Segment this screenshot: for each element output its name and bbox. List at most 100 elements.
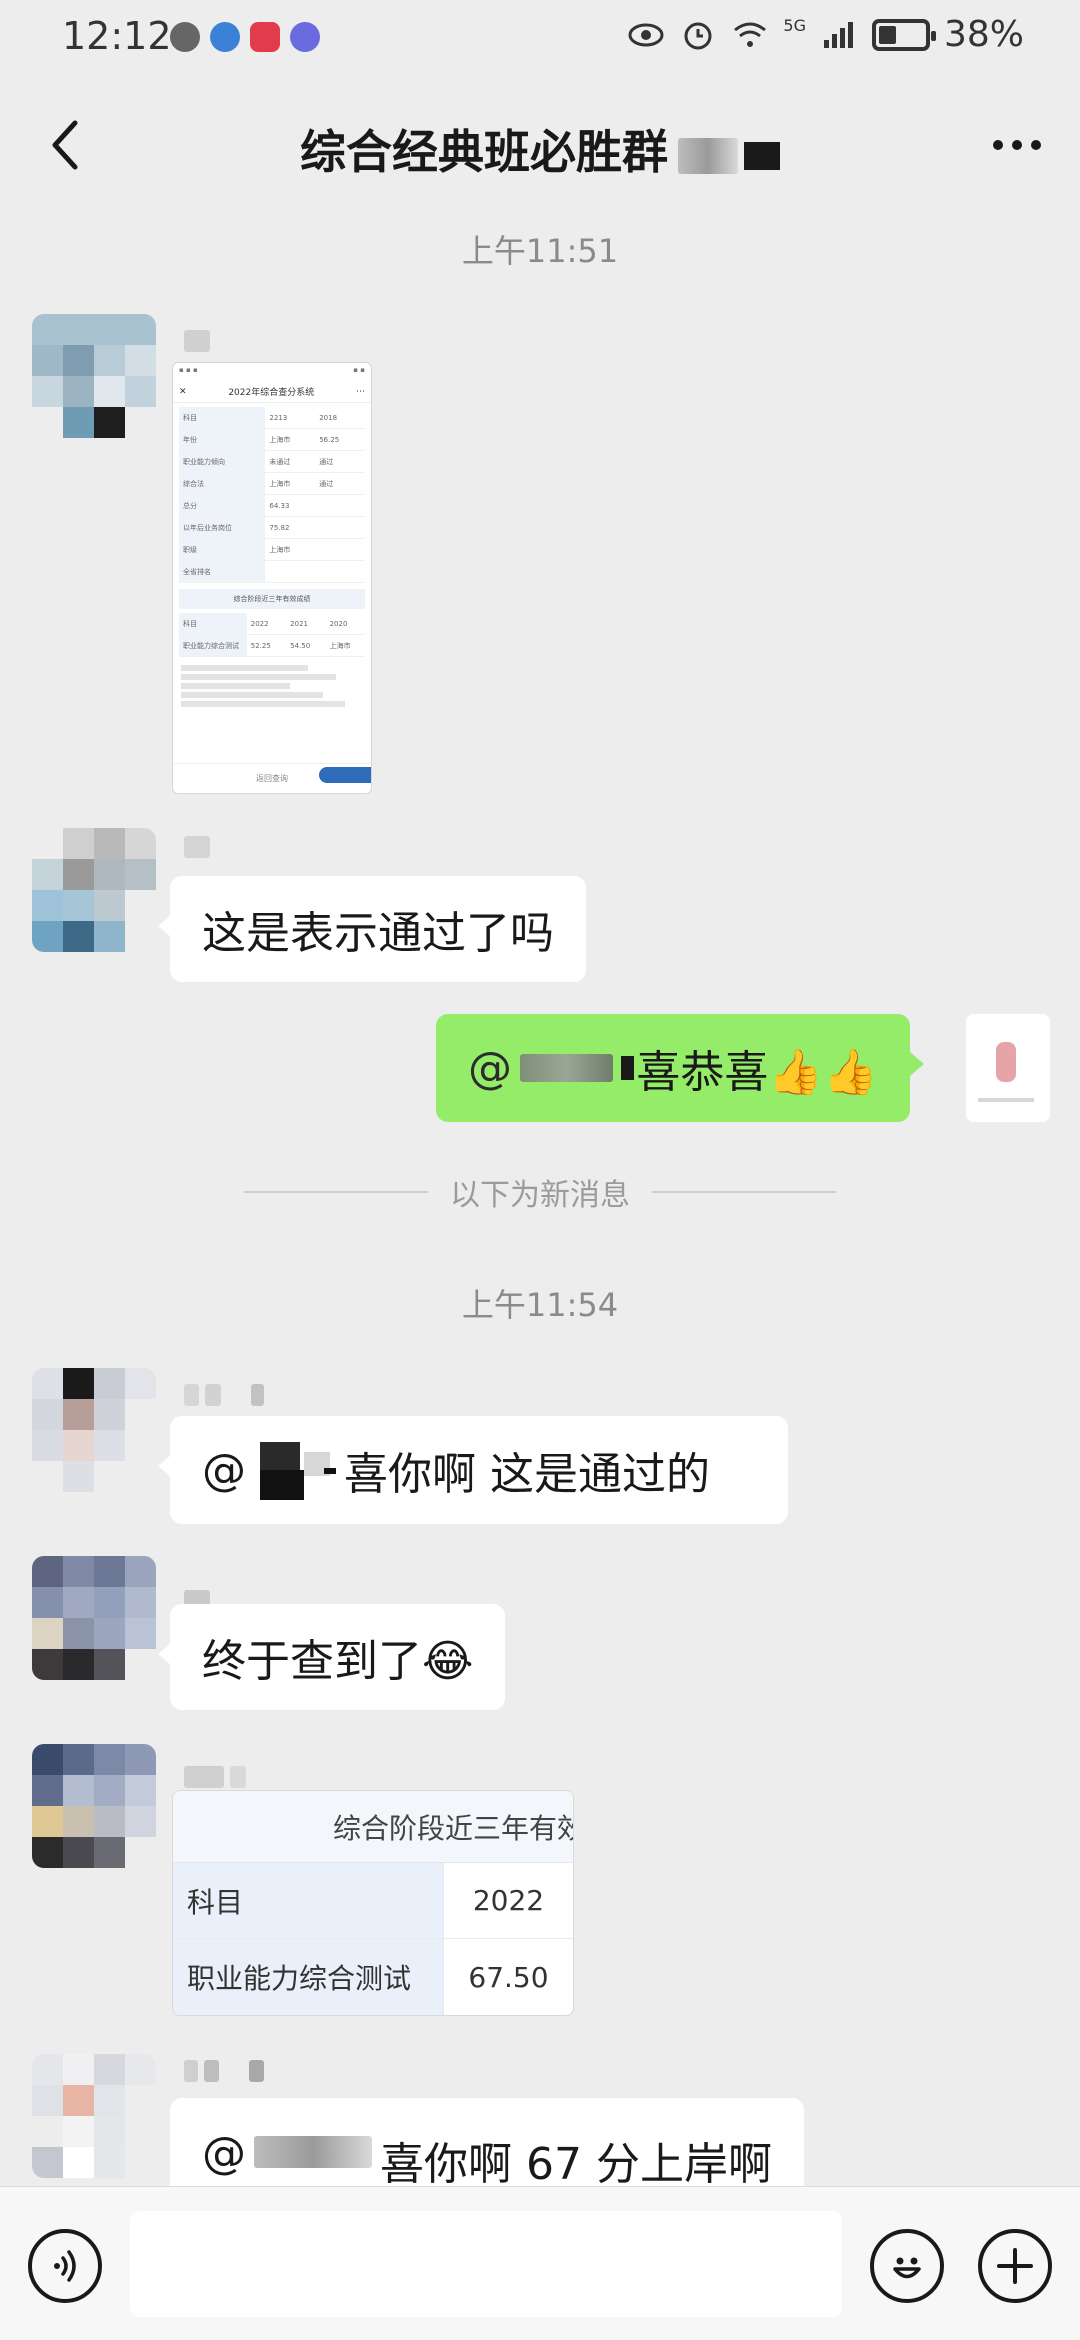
status-indicators: 5G 38% bbox=[627, 14, 1024, 55]
screenshot-table-cell: 2213 bbox=[269, 413, 288, 422]
screenshot-section-table: 科目 2022 2021 2020 职业能力综合测试 52.25 54.50 上海市 bbox=[179, 613, 365, 657]
screenshot-table-cell: 科目 bbox=[179, 407, 266, 428]
screenshot-footer-text: 返回查询 bbox=[256, 774, 288, 783]
status-app-icons bbox=[170, 22, 320, 52]
avatar-image bbox=[996, 1042, 1016, 1082]
redacted-name bbox=[254, 2136, 372, 2168]
new-messages-divider: 以下为新消息 bbox=[244, 1170, 836, 1214]
mention-prefix: @ bbox=[468, 1042, 512, 1094]
screenshot-table-row: 科目 2213 2018 bbox=[179, 407, 365, 429]
outgoing-message-bubble[interactable]: @ 喜恭喜👍👍 bbox=[436, 1014, 924, 1122]
sender-name bbox=[184, 1766, 264, 1788]
card-row-value: 67.50 bbox=[443, 1939, 573, 2015]
avatar[interactable] bbox=[32, 828, 156, 952]
more-button[interactable] bbox=[982, 110, 1052, 180]
avatar[interactable] bbox=[32, 2054, 156, 2178]
screenshot-table-cell: 52.25 bbox=[250, 641, 271, 650]
screenshot-table-cell: 56.25 bbox=[319, 435, 340, 444]
screenshot-button bbox=[319, 767, 371, 783]
screenshot-table-cell: 上海市 bbox=[269, 545, 291, 554]
screenshot-table-row: 职级 上海市 bbox=[179, 539, 365, 561]
card-row-value: 2022 bbox=[443, 1863, 573, 1938]
card-title: 综合阶段近三年有效成 bbox=[173, 1791, 573, 1863]
timestamp: 上午11:51 bbox=[461, 232, 619, 270]
card-row: 职业能力综合测试 67.50 bbox=[173, 1939, 573, 2015]
screenshot-table-cell: 2021 bbox=[290, 619, 308, 628]
screenshot-table-cell: 2022 bbox=[250, 619, 269, 628]
screenshot-table-row: 科目 2022 2021 2020 bbox=[179, 613, 365, 635]
screenshot-table-cell: 54.50 bbox=[290, 641, 311, 650]
message-bubble[interactable]: @ 喜你啊 67 分上岸啊 bbox=[170, 2098, 804, 2186]
mention-prefix: @ bbox=[202, 2128, 246, 2179]
screenshot-table-row: 总分 64.33 bbox=[179, 495, 365, 517]
screenshot-table-cell: 通过 bbox=[319, 479, 334, 488]
screenshot-table-cell bbox=[315, 539, 365, 560]
screenshot-table-cell: 以年后业务岗位 bbox=[179, 517, 266, 538]
alarm-icon bbox=[684, 22, 712, 49]
redacted-block bbox=[620, 1056, 635, 1080]
screenshot-footer: 返回查询 bbox=[173, 763, 371, 793]
wechat-notification-icon bbox=[170, 22, 200, 52]
card-row: 科目 2022 bbox=[173, 1863, 573, 1939]
screenshot-table-row: 全省排名 bbox=[179, 561, 365, 583]
message-bubble[interactable]: @ 喜你啊 这是通过的 bbox=[158, 1416, 788, 1524]
sender-name bbox=[184, 330, 264, 352]
app-notification-icon bbox=[250, 22, 280, 52]
chat-title: 综合经典班必胜群 bbox=[0, 116, 1080, 182]
my-avatar[interactable] bbox=[966, 1014, 1050, 1122]
sender-name bbox=[184, 2060, 264, 2082]
screenshot-table-cell bbox=[315, 561, 365, 582]
screenshot-table-row: 职业能力综合测试 52.25 54.50 上海市 bbox=[179, 635, 365, 657]
emoji-icon bbox=[893, 2257, 921, 2279]
avatar[interactable] bbox=[32, 1556, 156, 1680]
input-bar bbox=[0, 2186, 1080, 2340]
message-bubble[interactable]: 这是表示通过了吗 bbox=[158, 876, 586, 982]
more-actions-button[interactable] bbox=[978, 2229, 1052, 2303]
image-message[interactable]: ▪ ▪ ▪ ▪ ▪ ✕ 2022年综合查分系统 ⋯ 科目 2213 2018 年份 上海市 56… bbox=[172, 362, 372, 794]
screenshot-table-cell: 年份 bbox=[179, 429, 266, 450]
timestamp: 上午11:54 bbox=[461, 1286, 619, 1324]
avatar[interactable] bbox=[32, 314, 156, 438]
redacted-name bbox=[520, 1054, 613, 1082]
screenshot-table-cell bbox=[315, 495, 365, 516]
screenshot-notes bbox=[181, 665, 363, 707]
screenshot-table-row: 综合法 上海市 通过 bbox=[179, 473, 365, 495]
avatar[interactable] bbox=[32, 1744, 156, 1868]
screenshot-table-cell: 上海市 bbox=[269, 435, 291, 444]
screenshot-table-cell: 职业能力综合测试 bbox=[179, 635, 247, 656]
screenshot-table-cell: 64.33 bbox=[269, 501, 290, 510]
screenshot-table-cell: 上海市 bbox=[329, 641, 351, 650]
screenshot-table-cell: 总分 bbox=[179, 495, 266, 516]
signal-icon bbox=[823, 21, 853, 48]
mention-prefix: @ bbox=[202, 1444, 246, 1496]
message-text: 喜恭喜👍👍 bbox=[636, 1047, 878, 1098]
screenshot-table-cell: 2020 bbox=[329, 619, 348, 628]
message-bubble[interactable]: 终于查到了😂 bbox=[157, 1604, 506, 1710]
avatar-text-lines bbox=[978, 1098, 1034, 1102]
redacted-title-part bbox=[678, 137, 738, 174]
screenshot-title: 2022年综合查分系统 bbox=[228, 388, 315, 398]
card-row-label: 职业能力综合测试 bbox=[173, 1939, 443, 2015]
emoji-button[interactable] bbox=[870, 2229, 944, 2303]
voice-button[interactable] bbox=[28, 2229, 102, 2303]
voice-icon bbox=[54, 2250, 76, 2282]
chat-title-text: 综合经典班必胜群 bbox=[300, 125, 668, 179]
screenshot-table-cell: 科目 bbox=[179, 613, 247, 634]
wifi-icon bbox=[734, 22, 767, 47]
screenshot-table-cell: 通过 bbox=[319, 457, 334, 466]
image-message-card[interactable]: 综合阶段近三年有效成 科目 2022 职业能力综合测试 67.50 bbox=[172, 1790, 574, 2016]
screenshot-status: ▪ ▪ ▪ ▪ ▪ bbox=[179, 366, 365, 374]
redacted-title-block bbox=[744, 141, 780, 170]
sender-name bbox=[184, 836, 264, 858]
network-type-label: 5G bbox=[783, 16, 806, 35]
screenshot-table-cell: 未通过 bbox=[269, 457, 291, 466]
battery-icon bbox=[871, 18, 936, 51]
more-icon bbox=[993, 140, 1041, 150]
browser-notification-icon bbox=[210, 22, 240, 52]
screenshot-table-cell: 75.82 bbox=[269, 523, 290, 532]
screenshot-table-cell: 2018 bbox=[319, 413, 338, 422]
status-bar: 12:12 5G 38% bbox=[0, 0, 1080, 80]
message-input[interactable] bbox=[130, 2211, 842, 2317]
screenshot-table-row: 年份 上海市 56.25 bbox=[179, 429, 365, 451]
avatar[interactable] bbox=[32, 1368, 156, 1492]
